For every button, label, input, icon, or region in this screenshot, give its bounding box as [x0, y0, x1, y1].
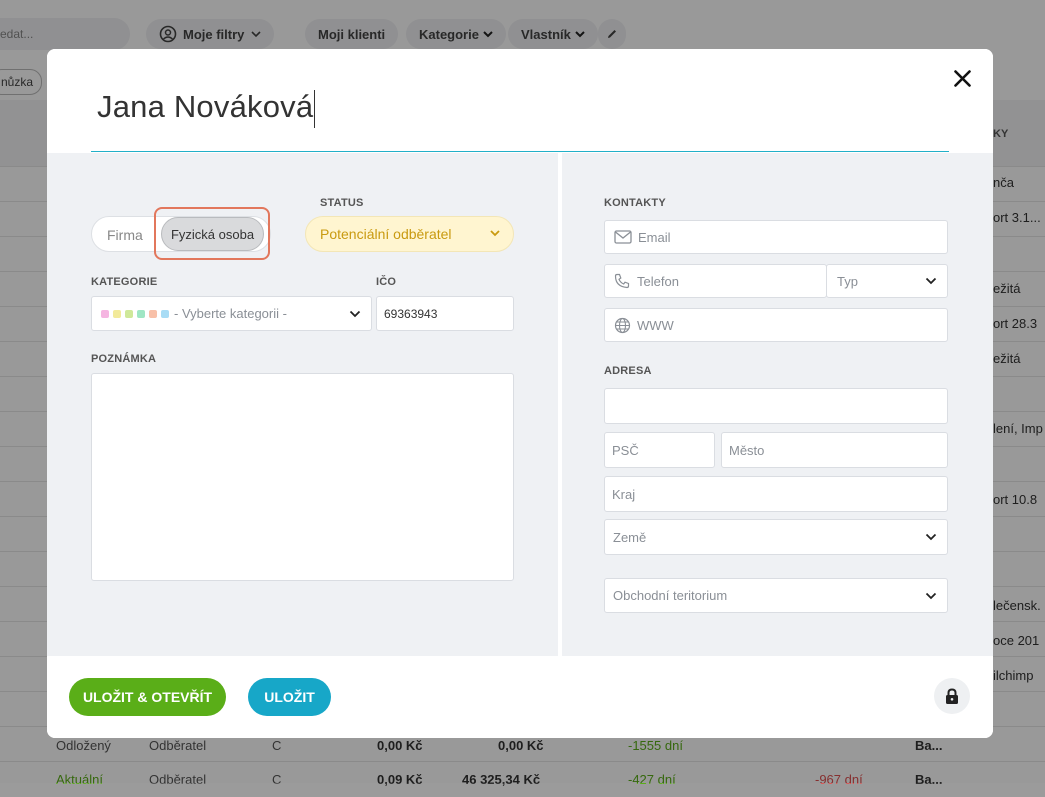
ico-input[interactable]: 69363943 [376, 296, 514, 331]
chevron-down-icon [925, 533, 937, 541]
phone-type-select[interactable]: Typ [826, 264, 948, 298]
category-dot [113, 309, 121, 318]
territory-placeholder: Obchodní teritorium [613, 588, 728, 603]
note-textarea[interactable] [91, 373, 514, 581]
lock-icon [946, 687, 958, 704]
web-placeholder: WWW [637, 317, 674, 333]
status-value: Potenciální odběratel [320, 226, 452, 242]
email-placeholder: Email [638, 229, 671, 245]
category-dot [137, 309, 145, 318]
category-placeholder: - Vyberte kategorii - [174, 306, 287, 321]
country-select[interactable]: Země [604, 519, 948, 555]
text-cursor [314, 89, 316, 128]
save-and-open-button[interactable]: ULOŽIT & OTEVŘÍT [69, 678, 226, 716]
status-label: STATUS [320, 197, 364, 209]
zip-placeholder: PSČ [612, 442, 639, 458]
chevron-down-icon [349, 310, 361, 317]
category-dot [161, 309, 169, 318]
category-color-dots [101, 309, 169, 318]
modal-footer: ULOŽIT & OTEVŘÍT ULOŽIT [47, 656, 993, 738]
category-label: KATEGORIE [91, 276, 158, 288]
contact-modal: Jana Nováková Firma Fyzická osoba STATUS… [47, 49, 993, 738]
save-button[interactable]: ULOŽIT [248, 678, 331, 716]
note-label: POZNÁMKA [91, 353, 157, 365]
category-dot [101, 309, 109, 318]
modal-header: Jana Nováková [47, 49, 993, 153]
category-select[interactable]: - Vyberte kategorii - [91, 296, 372, 331]
region-placeholder: Kraj [612, 486, 636, 502]
ico-value: 69363943 [384, 306, 438, 321]
chevron-down-icon [490, 230, 500, 237]
left-panel: Firma Fyzická osoba STATUS Potenciální o… [47, 153, 558, 656]
territory-select[interactable]: Obchodní teritorium [604, 578, 948, 613]
envelope-icon [614, 230, 632, 244]
lock-button[interactable] [934, 678, 970, 714]
selection-highlight [154, 207, 270, 260]
status-select[interactable]: Potenciální odběratel [305, 216, 514, 252]
contact-name-value: Jana Nováková [97, 89, 314, 124]
country-placeholder: Země [613, 529, 647, 545]
street-input[interactable] [604, 388, 948, 424]
close-icon [953, 69, 971, 87]
address-label: ADRESA [604, 365, 652, 377]
category-dot [149, 309, 157, 318]
region-input[interactable]: Kraj [604, 476, 948, 512]
contacts-label: KONTAKTY [604, 197, 666, 209]
city-input[interactable]: Město [721, 432, 948, 468]
phone-input[interactable]: Telefon [604, 264, 827, 298]
chevron-down-icon [925, 277, 937, 285]
name-underline [91, 151, 949, 152]
contact-name-input[interactable]: Jana Nováková [97, 89, 316, 128]
phone-placeholder: Telefon [637, 273, 679, 289]
close-button[interactable] [949, 65, 975, 91]
phone-icon [614, 273, 630, 289]
category-dot [125, 309, 133, 318]
zip-input[interactable]: PSČ [604, 432, 715, 468]
globe-icon [614, 317, 631, 333]
chevron-down-icon [925, 592, 937, 599]
web-input[interactable]: WWW [604, 308, 948, 342]
email-input[interactable]: Email [604, 220, 948, 254]
right-panel: KONTAKTY Email Telefon Typ WWW ADRESA PS… [562, 153, 993, 656]
city-placeholder: Město [729, 442, 765, 458]
phone-type-placeholder: Typ [837, 273, 858, 289]
ico-label: IČO [376, 276, 397, 288]
type-option-company[interactable]: Firma [107, 227, 143, 243]
